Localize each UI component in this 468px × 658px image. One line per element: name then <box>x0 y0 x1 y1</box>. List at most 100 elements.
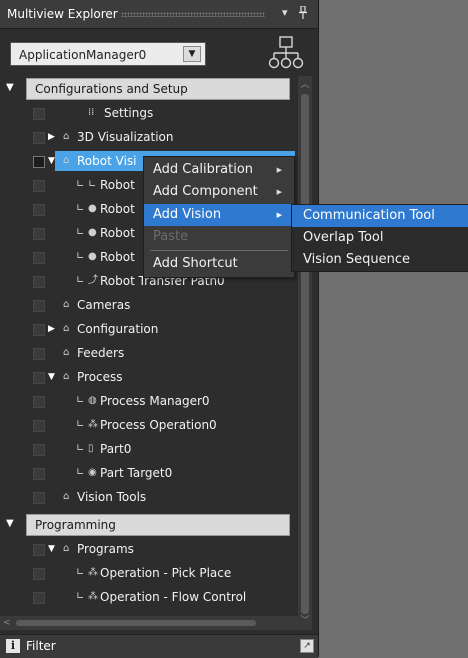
tree-item-label: Vision Tools <box>77 490 147 504</box>
visibility-checkbox[interactable] <box>33 300 45 312</box>
folder-icon: ⌂ <box>63 347 70 358</box>
group-programming[interactable]: Programming <box>26 514 290 536</box>
collapse-arrow-icon[interactable]: ▼ <box>48 149 55 173</box>
menu-item-label: Add Calibration <box>153 162 254 177</box>
expand-arrow-icon[interactable]: ▶ <box>48 317 55 341</box>
visibility-checkbox[interactable] <box>33 568 45 580</box>
group-configurations-and-setup[interactable]: Configurations and Setup <box>26 78 290 100</box>
tree-item-operation-pick-place[interactable]: ∟ ⁂ Operation - Pick Place <box>0 561 298 585</box>
tree-item-part[interactable]: ∟ ▯ Part0 <box>0 437 298 461</box>
visibility-checkbox[interactable] <box>33 348 45 360</box>
process-manager-icon: ◍ <box>88 395 97 406</box>
menu-item-label: Add Component <box>153 184 258 199</box>
tree-branch-icon: ∟ <box>76 179 85 190</box>
folder-icon: ⌂ <box>63 323 70 334</box>
tree-item-feeders[interactable]: ⌂ Feeders <box>0 341 298 365</box>
visibility-checkbox[interactable] <box>33 204 45 216</box>
application-manager-value: ApplicationManager0 <box>19 48 147 62</box>
menu-item-label: Paste <box>153 229 189 244</box>
visibility-checkbox[interactable] <box>33 468 45 480</box>
tree-branch-icon: ∟ <box>76 251 85 262</box>
visibility-checkbox[interactable] <box>33 444 45 456</box>
visibility-checkbox[interactable] <box>33 228 45 240</box>
horizontal-scrollbar[interactable]: < <box>0 616 298 630</box>
hierarchy-icon[interactable] <box>268 36 304 70</box>
tree-item-process-manager[interactable]: ∟ ◍ Process Manager0 <box>0 389 298 413</box>
submenu-arrow-icon: ▶ <box>276 166 282 174</box>
dock-pin-icon[interactable]: ↗ <box>300 639 314 653</box>
hscrollbar-thumb[interactable] <box>16 620 256 626</box>
tree-branch-icon: ∟ <box>76 395 85 406</box>
tree-item-label: Programs <box>77 542 134 556</box>
visibility-checkbox[interactable] <box>33 420 45 432</box>
visibility-checkbox[interactable] <box>33 108 45 120</box>
visibility-checkbox[interactable] <box>33 132 45 144</box>
info-icon[interactable]: i <box>6 639 20 653</box>
scroll-down-icon[interactable]: ﹀ <box>298 614 312 628</box>
menu-item-add-vision[interactable]: Add Vision ▶ <box>144 204 294 226</box>
submenu-item-overlap-tool[interactable]: Overlap Tool <box>292 227 468 249</box>
visibility-checkbox[interactable] <box>33 592 45 604</box>
chevron-down-icon[interactable]: ▼ <box>183 46 201 62</box>
panel-title: Multiview Explorer <box>7 7 118 21</box>
collapse-arrow-icon[interactable]: ▼ <box>48 537 55 561</box>
tree-item-part-target[interactable]: ∟ ◉ Part Target0 <box>0 461 298 485</box>
scroll-up-icon[interactable]: ︿ <box>298 78 312 92</box>
vertical-scrollbar[interactable]: ︿ ﹀ <box>298 76 312 630</box>
tree-item-label: Cameras <box>77 298 131 312</box>
tree-item-operation-flow-control[interactable]: ∟ ⁂ Operation - Flow Control <box>0 585 298 609</box>
tree-item-label: Process Manager0 <box>100 394 210 408</box>
tree-item-label: Process Operation0 <box>100 418 217 432</box>
tree-branch-icon: ∟ <box>76 227 85 238</box>
visibility-checkbox[interactable] <box>33 252 45 264</box>
menu-item-add-calibration[interactable]: Add Calibration ▶ <box>144 159 294 181</box>
tree-item-label: Process <box>77 370 123 384</box>
menu-item-paste[interactable]: Paste <box>144 226 294 248</box>
submenu-item-communication-tool[interactable]: Communication Tool <box>292 205 468 227</box>
folder-icon: ⌂ <box>63 371 70 382</box>
visibility-checkbox[interactable] <box>33 544 45 556</box>
visibility-checkbox[interactable] <box>33 492 45 504</box>
tree-item-process-operation[interactable]: ∟ ⁂ Process Operation0 <box>0 413 298 437</box>
tree-item-process[interactable]: ▼ ⌂ Process <box>0 365 298 389</box>
submenu-item-label: Communication Tool <box>303 208 435 223</box>
pin-icon[interactable] <box>298 5 308 22</box>
multiview-explorer-panel: Multiview Explorer ▾ ApplicationManager0… <box>0 0 319 658</box>
tree-item-3d-visualization[interactable]: ▶ ⌂ 3D Visualization <box>0 125 298 149</box>
visibility-checkbox[interactable] <box>33 372 45 384</box>
expand-arrow-icon[interactable]: ▼ <box>6 82 14 93</box>
expand-arrow-icon[interactable]: ▶ <box>48 125 55 149</box>
tree-branch-icon: ∟ <box>76 591 85 602</box>
submenu-arrow-icon: ▶ <box>276 211 282 219</box>
tree-item-label: Settings <box>104 106 154 120</box>
tree-item-cameras[interactable]: ⌂ Cameras <box>0 293 298 317</box>
settings-icon: ⁞⁞ <box>88 107 95 118</box>
folder-icon: ⌂ <box>63 299 70 310</box>
tree-item-label: Robot <box>100 202 135 216</box>
expand-arrow-icon[interactable]: ▼ <box>6 518 14 529</box>
collapse-arrow-icon[interactable]: ▼ <box>48 365 55 389</box>
visibility-checkbox[interactable] <box>33 156 45 168</box>
camera-icon: ● <box>88 203 97 214</box>
tree-item-label: Part0 <box>100 442 132 456</box>
application-manager-select[interactable]: ApplicationManager0 ▼ <box>10 42 206 66</box>
visibility-checkbox[interactable] <box>33 396 45 408</box>
filter-label[interactable]: Filter <box>26 639 56 653</box>
visibility-checkbox[interactable] <box>33 324 45 336</box>
scrollbar-thumb[interactable] <box>301 94 309 614</box>
tree-item-vision-tools[interactable]: ⌂ Vision Tools <box>0 485 298 509</box>
visibility-checkbox[interactable] <box>33 180 45 192</box>
tree-item-programs[interactable]: ▼ ⌂ Programs <box>0 537 298 561</box>
tree-item-label: Robot <box>100 250 135 264</box>
scroll-left-icon[interactable]: < <box>3 616 11 630</box>
menu-item-add-shortcut[interactable]: Add Shortcut <box>144 253 294 275</box>
visibility-checkbox[interactable] <box>33 276 45 288</box>
menu-item-add-component[interactable]: Add Component ▶ <box>144 181 294 203</box>
dropdown-arrow-icon[interactable]: ▾ <box>282 6 288 19</box>
submenu-item-vision-sequence[interactable]: Vision Sequence <box>292 249 468 271</box>
tree-item-label: Robot Visi <box>77 154 137 168</box>
drag-grip[interactable] <box>121 12 265 17</box>
tree-item-configuration[interactable]: ▶ ⌂ Configuration <box>0 317 298 341</box>
tree-item-settings[interactable]: ⁞⁞ Settings <box>0 101 298 125</box>
panel-titlebar[interactable]: Multiview Explorer ▾ <box>0 0 318 29</box>
